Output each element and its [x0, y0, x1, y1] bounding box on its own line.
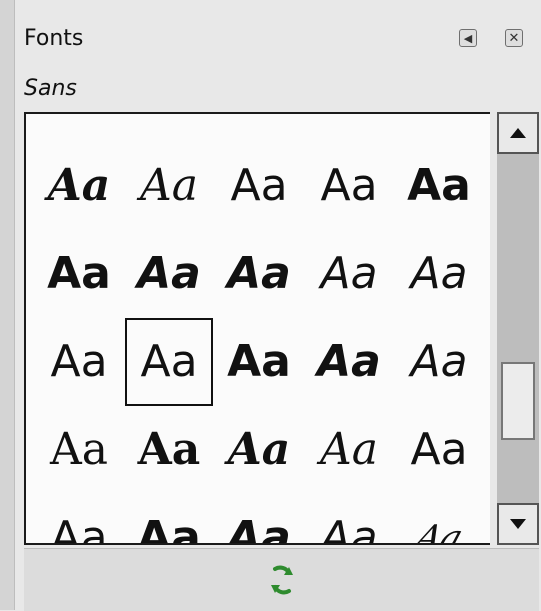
left-triangle-icon: ◀ [463, 31, 473, 45]
font-grid: Aa Aa Aa Aa Aa Aa Aa Aa Aa Aa Aa Aa Aa Aa Aa Aa Aa Aa Aa Aa… [34, 142, 484, 544]
font-sample[interactable]: Aa [214, 406, 304, 494]
font-sample[interactable]: Aa [304, 494, 394, 544]
panel-menu-button[interactable]: ◀ [459, 29, 477, 47]
dock-header: Fonts ◀ ✕ [24, 26, 529, 58]
refresh-icon [270, 565, 293, 595]
close-panel-button[interactable]: ✕ [505, 29, 523, 47]
font-sample[interactable]: Aa [124, 494, 214, 544]
font-sample[interactable]: Aa [124, 142, 214, 230]
font-sample[interactable]: Aa [214, 142, 304, 230]
refresh-fonts-button[interactable] [24, 548, 539, 611]
font-sample[interactable]: Aa [34, 494, 124, 544]
down-arrow-icon [510, 519, 526, 529]
close-x-icon: ✕ [508, 30, 520, 46]
panel-title: Fonts [24, 26, 84, 51]
scroll-up-button[interactable] [497, 112, 539, 154]
font-sample[interactable]: Aa [34, 142, 124, 230]
font-list[interactable]: Aa Aa Aa Aa Aa Aa Aa Aa Aa Aa Aa Aa Aa Aa Aa Aa Aa Aa Aa Aa… [24, 112, 490, 545]
font-sample[interactable]: Aa [34, 406, 124, 494]
font-sample[interactable]: Aa [34, 318, 124, 406]
font-sample[interactable]: Aa [214, 494, 304, 544]
font-sample[interactable]: Aa [214, 230, 304, 318]
scroll-down-button[interactable] [497, 503, 539, 545]
up-arrow-icon [510, 128, 526, 138]
font-sample[interactable]: Aa [394, 406, 484, 494]
font-list-scrollbar[interactable] [497, 112, 539, 545]
font-sample[interactable]: Aa [380, 494, 490, 543]
font-sample[interactable]: Aa [124, 318, 214, 406]
current-font-label: Sans [24, 76, 77, 101]
font-sample[interactable]: Aa [304, 230, 394, 318]
font-sample[interactable]: Aa [304, 142, 394, 230]
font-sample[interactable]: Aa [304, 318, 394, 406]
font-sample[interactable]: Aa [394, 318, 484, 406]
font-sample[interactable]: Aa [34, 230, 124, 318]
font-sample[interactable]: Aa [304, 406, 394, 494]
font-sample[interactable]: Aa [124, 230, 214, 318]
font-sample[interactable]: Aa [394, 230, 484, 318]
font-sample[interactable]: Aa [214, 318, 304, 406]
scroll-thumb[interactable] [501, 362, 535, 440]
font-sample[interactable]: Aa [124, 406, 214, 494]
dock-edge [0, 0, 15, 610]
font-sample[interactable]: Aa [394, 142, 484, 230]
